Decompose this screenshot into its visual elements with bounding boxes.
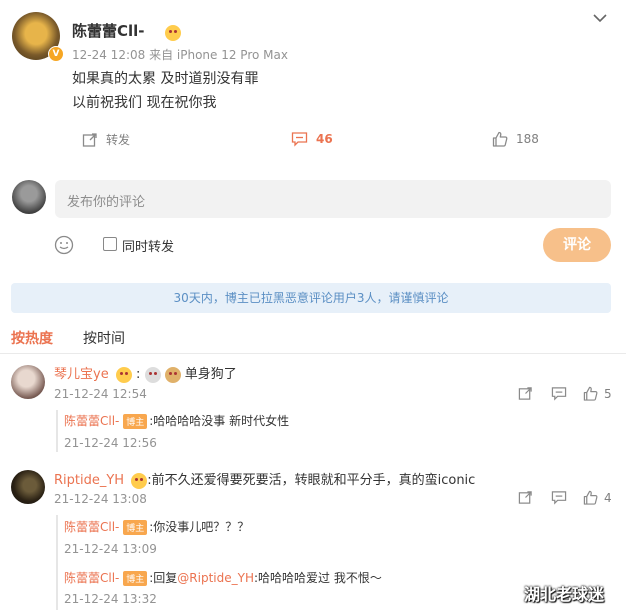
repost-icon (82, 132, 97, 147)
comment-reply-icon[interactable] (551, 386, 567, 401)
also-repost-checkbox[interactable] (103, 237, 117, 251)
reply-text: 哈哈哈哈爱过 我不恨～ (258, 571, 382, 585)
author-badge: 博主 (123, 571, 148, 586)
user-badge-icon (131, 472, 148, 489)
repost-label: 转发 (106, 133, 131, 147)
comment-like-count: 4 (604, 490, 612, 505)
reply-row: 陈蕾蕾Cll- 博主:哈哈哈哈没事 新时代女性 (64, 412, 289, 429)
chevron-down-icon[interactable] (592, 12, 608, 24)
like-button[interactable]: 188 (492, 131, 539, 147)
reply-row: 陈蕾蕾Cll- 博主:回复@Riptide_YH:哈哈哈哈爱过 我不恨～ (64, 569, 382, 586)
user-badge-icon (115, 366, 132, 383)
comment-avatar[interactable] (11, 365, 45, 399)
reply-time: 21-12-24 12:56 (64, 436, 157, 450)
watermark: 湖北老球迷 (524, 585, 605, 604)
verified-badge-icon: V (48, 46, 64, 62)
author-badge-icon (165, 24, 181, 41)
comment-row: Riptide_YH :前不久还爱得要死要活，转眼就和平分手，真的蛮iconic (54, 469, 475, 489)
reply-prefix: 回复 (153, 571, 178, 585)
doge-emoji-icon (164, 366, 181, 383)
thumbs-up-icon (583, 490, 598, 505)
also-repost-label: 同时转发 (122, 240, 175, 255)
reply-row: 陈蕾蕾Cll- 博主:你没事儿吧？？？ (64, 518, 249, 535)
author-badge: 博主 (123, 520, 148, 535)
comment-count: 46 (316, 132, 333, 146)
reply-user-name[interactable]: 陈蕾蕾Cll- (64, 520, 119, 534)
comment-user-name[interactable]: 琴儿宝ye (54, 367, 109, 382)
comment-avatar[interactable] (11, 470, 45, 504)
comment-user-name[interactable]: Riptide_YH (54, 473, 124, 488)
reply-user-name[interactable]: 陈蕾蕾Cll- (64, 414, 119, 428)
emoji-icon[interactable] (54, 235, 74, 255)
repost-button[interactable]: 转发 (82, 131, 130, 148)
moderation-notice: 30天内，博主已拉黑恶意评论用户3人，请谨慎评论 (11, 283, 611, 313)
comment-input-placeholder: 发布你的评论 (67, 195, 146, 210)
reply-time: 21-12-24 13:32 (64, 592, 157, 606)
moderation-notice-text: 30天内，博主已拉黑恶意评论用户3人，请谨慎评论 (173, 291, 449, 305)
reply-user-name[interactable]: 陈蕾蕾Cll- (64, 571, 119, 585)
comment-time: 21-12-24 13:08 (54, 492, 147, 506)
post-author-name[interactable]: 陈蕾蕾Cll- (72, 20, 145, 41)
my-avatar[interactable] (12, 180, 46, 214)
comment-icon (291, 132, 308, 147)
colon-separator: : (135, 367, 141, 382)
comment-like-count: 5 (604, 386, 612, 401)
thumbs-up-icon (492, 131, 508, 147)
comment-text: 前不久还爱得要死要活，转眼就和平分手，真的蛮iconic (151, 473, 476, 488)
reply-thread (56, 515, 60, 610)
comment-row: 琴儿宝ye : 单身狗了 (54, 363, 237, 383)
author-badge: 博主 (123, 414, 148, 429)
thumbs-up-icon (583, 386, 598, 401)
like-count: 188 (516, 132, 539, 146)
comment-time: 21-12-24 12:54 (54, 387, 147, 401)
reply-text: 你没事儿吧？？？ (153, 520, 250, 534)
reply-time: 21-12-24 13:09 (64, 542, 157, 556)
comment-input[interactable]: 发布你的评论 (55, 180, 611, 218)
tab-hot[interactable]: 按热度 (11, 328, 53, 348)
reply-thread (56, 410, 60, 452)
comment-repost-icon[interactable] (518, 386, 533, 401)
comment-button[interactable]: 46 (291, 131, 333, 147)
mention-link[interactable]: @Riptide_YH (177, 571, 254, 585)
tabs-divider (0, 353, 626, 354)
comment-reply-icon[interactable] (551, 490, 567, 505)
tab-time[interactable]: 按时间 (83, 328, 125, 348)
comment-repost-icon[interactable] (518, 490, 533, 505)
submit-comment-label: 评论 (563, 237, 591, 253)
submit-comment-button[interactable]: 评论 (543, 228, 611, 262)
dog-emoji-icon (144, 366, 161, 383)
post-meta: 12-24 12:08 来自 iPhone 12 Pro Max (72, 48, 288, 62)
comment-like-button[interactable]: 5 (583, 386, 612, 401)
post-text-line1: 如果真的太累 及时道别没有罪 (72, 71, 259, 87)
reply-text: 哈哈哈哈没事 新时代女性 (153, 414, 290, 428)
comment-like-button[interactable]: 4 (583, 490, 612, 505)
post-text-line2: 以前祝我们 现在祝你我 (72, 95, 217, 111)
comment-text: 单身狗了 (184, 367, 237, 382)
